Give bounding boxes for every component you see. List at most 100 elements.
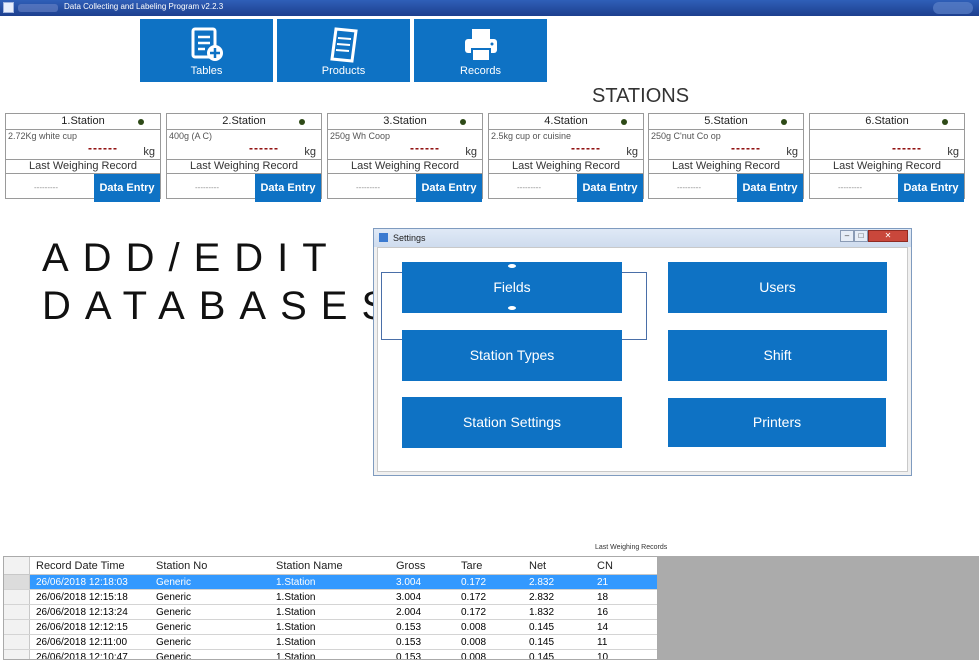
table-cell: 10: [597, 652, 609, 660]
table-cell: 0.008: [461, 637, 487, 648]
column-header[interactable]: Tare: [461, 557, 482, 575]
weight-unit: kg: [143, 146, 155, 158]
records-button[interactable]: Records: [414, 19, 547, 82]
table-cell: 26/06/2018 12:13:24: [36, 607, 128, 618]
table-row[interactable]: 26/06/2018 12:13:24 Generic 1.Station 2.004…: [4, 605, 657, 620]
station-weight: ------ kg: [649, 141, 803, 159]
data-entry-button[interactable]: Data Entry: [255, 174, 321, 202]
last-weighing-label: Last Weighing Record: [649, 159, 803, 174]
table-row[interactable]: 26/06/2018 12:12:15 Generic 1.Station 0.153…: [4, 620, 657, 635]
status-indicator-icon: [460, 119, 466, 125]
data-entry-button[interactable]: Data Entry: [94, 174, 160, 202]
last-weighing-label: Last Weighing Record: [6, 159, 160, 174]
row-header[interactable]: [4, 620, 30, 634]
settings-title: Settings: [393, 233, 426, 243]
station-name: 3.Station: [328, 114, 482, 130]
last-weighing-value: ---------: [838, 183, 862, 192]
window-controls[interactable]: [933, 2, 973, 14]
station-panel-4: 4.Station 2.5kg cup or cuisine ------ kg Las…: [488, 113, 644, 202]
weight-value: ------: [249, 141, 279, 155]
tables-button[interactable]: Tables: [140, 19, 273, 82]
column-header[interactable]: Record Date Time: [36, 557, 125, 575]
station-name-label: 3.Station: [383, 115, 427, 127]
station-footer: --------- Data Entry: [810, 174, 964, 202]
minimize-icon[interactable]: –: [840, 230, 854, 242]
printers-button[interactable]: Printers: [668, 398, 886, 447]
last-weighing-label: Last Weighing Record: [810, 159, 964, 174]
row-header[interactable]: [4, 575, 30, 589]
table-row[interactable]: 26/06/2018 12:11:00 Generic 1.Station 0.153…: [4, 635, 657, 650]
station-name: 6.Station: [810, 114, 964, 130]
row-header[interactable]: [4, 605, 30, 619]
row-header[interactable]: [4, 650, 30, 659]
resize-handle-bottom[interactable]: [508, 306, 516, 310]
data-entry-button[interactable]: Data Entry: [737, 174, 803, 202]
station-settings-button[interactable]: Station Settings: [402, 397, 622, 448]
table-cell: 0.145: [529, 652, 555, 660]
last-weighing-label: Last Weighing Record: [167, 159, 321, 174]
table-cell: 1.Station: [276, 622, 316, 633]
table-cell: Generic: [156, 592, 192, 603]
station-product: 250g C'nut Co op: [651, 131, 721, 141]
station-weight: ------ kg: [328, 141, 482, 159]
station-name-label: 6.Station: [865, 115, 909, 127]
last-weighing-value: ---------: [677, 183, 701, 192]
table-cell: 3.004: [396, 592, 422, 603]
table-row[interactable]: 26/06/2018 12:18:03 Generic 1.Station 3.004…: [4, 575, 657, 590]
status-indicator-icon: [138, 119, 144, 125]
data-entry-button[interactable]: Data Entry: [416, 174, 482, 202]
app-icon: [3, 2, 14, 13]
data-entry-button[interactable]: Data Entry: [898, 174, 964, 202]
table-row[interactable]: 26/06/2018 12:15:18 Generic 1.Station 3.004…: [4, 590, 657, 605]
last-weighing-label: Last Weighing Record: [328, 159, 482, 174]
records-button-label: Records: [460, 65, 501, 77]
table-cell: Generic: [156, 577, 192, 588]
station-footer: --------- Data Entry: [489, 174, 643, 202]
column-header[interactable]: Station No: [156, 557, 207, 575]
table-cell: 3.004: [396, 577, 422, 588]
column-header[interactable]: Net: [529, 557, 546, 575]
table-row[interactable]: 26/06/2018 12:10:47 Generic 1.Station 0.153…: [4, 650, 657, 660]
column-header[interactable]: Station Name: [276, 557, 343, 575]
weight-value: ------: [88, 141, 118, 155]
row-header[interactable]: [4, 635, 30, 649]
row-header[interactable]: [4, 590, 30, 604]
station-name: 2.Station: [167, 114, 321, 130]
station-product: [810, 130, 964, 144]
status-indicator-icon: [942, 119, 948, 125]
weight-unit: kg: [465, 146, 477, 158]
resize-handle-top[interactable]: [508, 264, 516, 268]
table-header: Record Date Time Station No Station Name Gr…: [4, 557, 657, 575]
data-entry-button[interactable]: Data Entry: [577, 174, 643, 202]
table-cell: 14: [597, 622, 609, 633]
table-cell: 26/06/2018 12:11:00: [36, 637, 128, 648]
table-cell: 2.832: [529, 592, 555, 603]
table-cell: 26/06/2018 12:12:15: [36, 622, 128, 633]
settings-app-icon: [379, 233, 388, 242]
station-weight: ------ kg: [810, 141, 964, 159]
close-icon[interactable]: ✕: [868, 230, 908, 242]
table-cell: 26/06/2018 12:18:03: [36, 577, 128, 588]
station-types-button[interactable]: Station Types: [402, 330, 622, 381]
table-cell: Generic: [156, 622, 192, 633]
column-header[interactable]: CN: [597, 557, 613, 575]
station-name: 5.Station: [649, 114, 803, 130]
maximize-icon[interactable]: □: [854, 230, 868, 242]
table-cell: 0.153: [396, 637, 422, 648]
station-name: 1.Station: [6, 114, 160, 130]
shift-button[interactable]: Shift: [668, 330, 887, 381]
products-button[interactable]: Products: [277, 19, 410, 82]
table-cell: 18: [597, 592, 609, 603]
headline-line-1: ADD/EDIT: [42, 236, 341, 280]
table-cell: 1.832: [529, 607, 555, 618]
table-cell: 2.832: [529, 577, 555, 588]
users-button[interactable]: Users: [668, 262, 887, 313]
weight-unit: kg: [786, 146, 798, 158]
table-add-icon: [191, 27, 223, 61]
table-cell: Generic: [156, 652, 192, 660]
station-panel-1: 1.Station 2.72Kg white cup ------ kg Last We…: [5, 113, 161, 202]
records-table: Record Date Time Station No Station Name Gr…: [3, 556, 658, 660]
weight-value: ------: [892, 141, 922, 155]
table-cell: 0.172: [461, 607, 487, 618]
column-header[interactable]: Gross: [396, 557, 425, 575]
